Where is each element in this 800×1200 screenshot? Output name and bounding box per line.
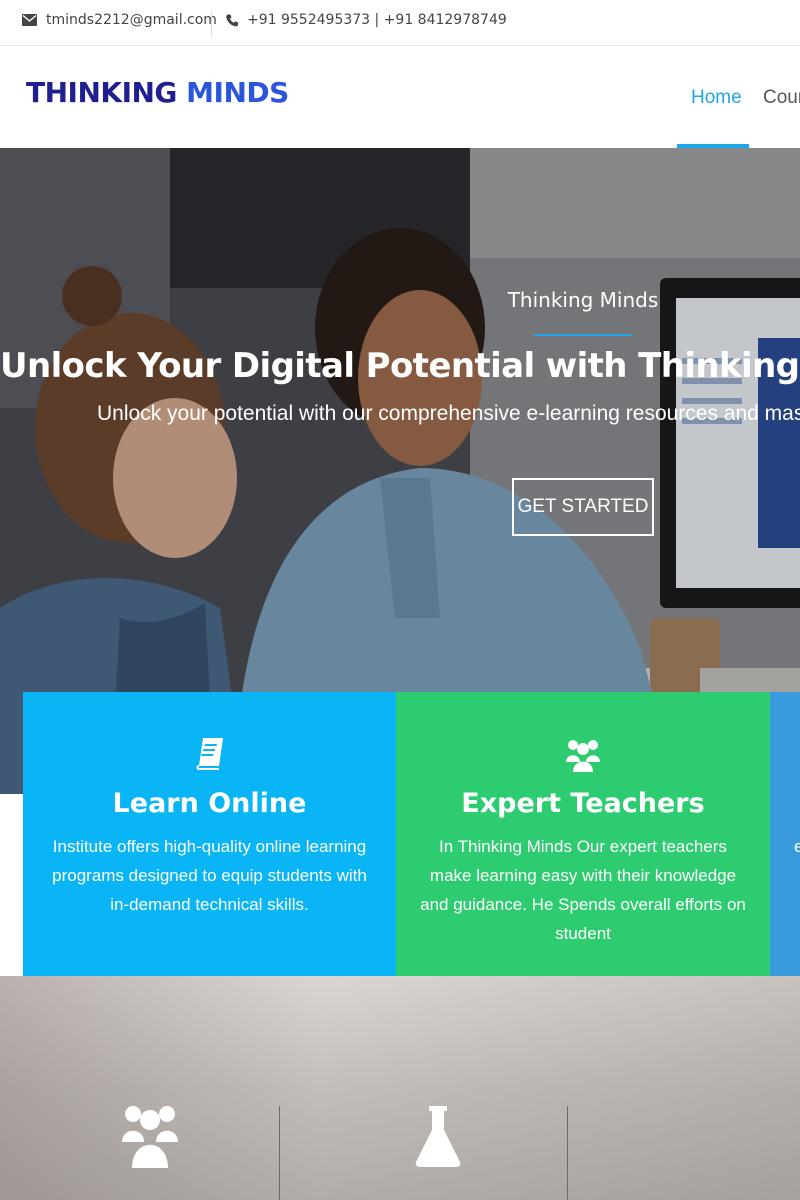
hero-eyebrow: Thinking Minds: [507, 288, 659, 312]
main-nav: Home Cours: [0, 54, 800, 148]
email-text: tminds2212@gmail.com: [46, 12, 217, 28]
stats-background: [0, 976, 800, 1200]
feature-card-third[interactable]: e: [770, 692, 800, 976]
nav-item-home[interactable]: Home: [691, 87, 742, 109]
stats-divider: [279, 1106, 280, 1200]
flask-icon: [414, 1106, 462, 1173]
nav-item-courses[interactable]: Cours: [763, 87, 800, 109]
email-contact[interactable]: tminds2212@gmail.com: [22, 12, 217, 28]
book-icon: [23, 736, 396, 770]
feature-title: Learn Online: [112, 788, 307, 819]
hero-subtitle: Unlock your potential with our comprehen…: [97, 402, 800, 425]
hero-accent-rule: [534, 334, 632, 336]
feature-text: In Thinking Minds Our expert teachers ma…: [420, 837, 746, 943]
get-started-button[interactable]: GET STARTED: [512, 478, 654, 536]
stats-section: [0, 976, 800, 1200]
phone-icon: [226, 14, 238, 26]
feature-cards: Learn Online Institute offers high-quali…: [23, 692, 800, 976]
top-contact-bar: tminds2212@gmail.com +91 9552495373 | +9…: [0, 0, 800, 46]
site-header: THINKING MINDS Home Cours: [0, 54, 800, 148]
users-icon: [122, 1102, 178, 1175]
phone-contact[interactable]: +91 9552495373 | +91 8412978749: [226, 12, 507, 28]
feature-card-expert-teachers[interactable]: Expert Teachers In Thinking Minds Our ex…: [396, 692, 770, 976]
hero-title: Unlock Your Digital Potential with Think…: [0, 346, 800, 386]
feature-card-learn-online[interactable]: Learn Online Institute offers high-quali…: [23, 692, 396, 976]
feature-title: Expert Teachers: [461, 788, 705, 819]
phone-text: +91 9552495373 | +91 8412978749: [247, 12, 507, 28]
envelope-icon: [22, 14, 37, 26]
feature-text: Institute offers high-quality online lea…: [52, 837, 367, 914]
users-icon: [396, 736, 770, 772]
stats-divider: [567, 1106, 568, 1200]
feature-text: e: [794, 837, 800, 856]
topbar-divider: [211, 11, 212, 37]
